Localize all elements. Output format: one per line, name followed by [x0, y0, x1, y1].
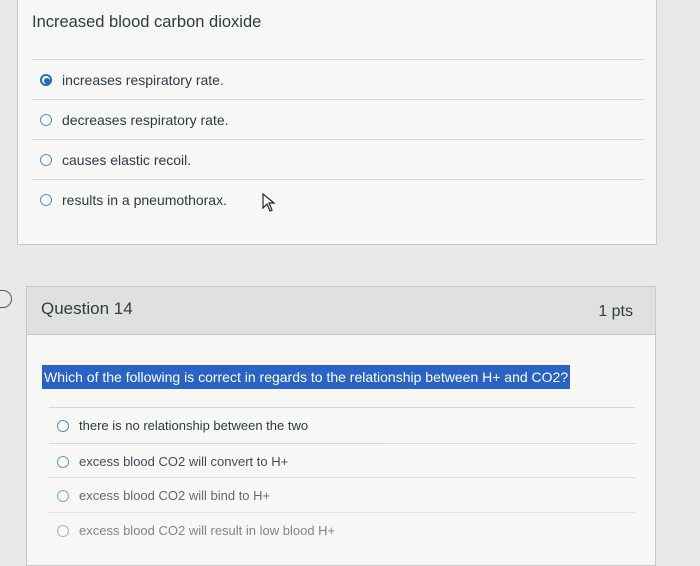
question-13-card: Increased blood carbon dioxide increases… [17, 0, 657, 245]
answer-option-convert[interactable]: excess blood CO2 will convert to H+ [49, 443, 635, 479]
answer-option-increases-rate[interactable]: increases respiratory rate. [32, 59, 644, 99]
radio-icon[interactable] [57, 524, 69, 537]
radio-icon[interactable] [57, 419, 69, 432]
radio-icon[interactable] [40, 113, 52, 126]
answer-label: there is no relationship between the two [79, 418, 309, 433]
answer-option-elastic-recoil[interactable]: causes elastic recoil. [32, 139, 644, 179]
answer-label: excess blood CO2 will bind to H+ [79, 488, 271, 503]
answer-option-decreases-rate[interactable]: decreases respiratory rate. [32, 99, 644, 139]
radio-icon[interactable] [40, 153, 52, 166]
question-header: Question 14 1 pts [27, 287, 655, 335]
answer-option-pneumothorax[interactable]: results in a pneumothorax. [32, 179, 644, 219]
answer-label: results in a pneumothorax. [62, 191, 227, 208]
question-title: Question 14 [41, 299, 133, 318]
answer-label: causes elastic recoil. [62, 151, 192, 168]
radio-icon[interactable] [57, 489, 69, 502]
answer-option-no-relationship[interactable]: there is no relationship between the two [49, 407, 635, 443]
radio-icon[interactable] [40, 193, 52, 206]
question-points: 1 pts [598, 303, 633, 320]
question-14-text: Which of the following is correct in reg… [42, 365, 571, 389]
radio-icon[interactable] [57, 455, 69, 468]
question-flag-icon[interactable] [0, 290, 12, 308]
mouse-pointer-icon [262, 193, 276, 212]
answer-label: increases respiratory rate. [62, 71, 224, 88]
answer-label: excess blood CO2 will convert to H+ [79, 454, 289, 469]
question-14-card: Question 14 1 pts Which of the following… [26, 286, 656, 566]
radio-selected-icon[interactable] [40, 73, 52, 86]
answer-option-low-h[interactable]: excess blood CO2 will result in low bloo… [49, 512, 635, 548]
answer-label: excess blood CO2 will result in low bloo… [79, 523, 336, 538]
answer-label: decreases respiratory rate. [62, 111, 229, 128]
answer-option-bind[interactable]: excess blood CO2 will bind to H+ [49, 477, 635, 513]
question-13-text: Increased blood carbon dioxide [32, 13, 262, 31]
